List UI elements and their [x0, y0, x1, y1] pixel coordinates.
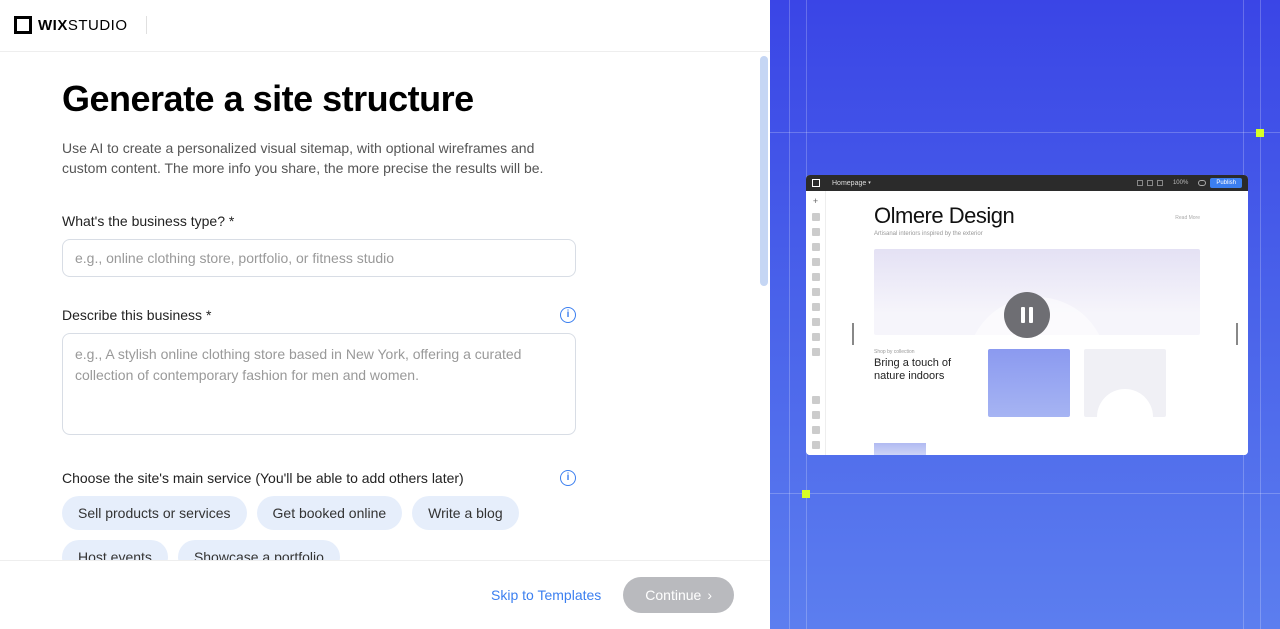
page-description: Use AI to create a personalized visual s…: [62, 138, 582, 179]
chip-portfolio[interactable]: Showcase a portfolio: [178, 540, 340, 560]
preview-card: [1084, 349, 1166, 417]
app-header: WIXSTUDIO: [0, 0, 770, 51]
continue-label: Continue: [645, 587, 701, 603]
preview-site-title: Olmere Design: [874, 203, 1200, 229]
chip-host-events[interactable]: Host events: [62, 540, 168, 560]
info-icon[interactable]: i: [560, 307, 576, 323]
zoom-label: 100%: [1173, 180, 1188, 186]
page-title: Generate a site structure: [62, 78, 708, 120]
content-area: Generate a site structure Use AI to crea…: [0, 51, 770, 560]
guide-marker: [802, 490, 810, 498]
preview-sidebar: +: [806, 191, 826, 455]
plus-icon: +: [813, 197, 818, 206]
main-service-label: Choose the site's main service (You'll b…: [62, 470, 464, 486]
footer-bar: Skip to Templates Continue ›: [0, 560, 770, 629]
resize-handle-left: [852, 323, 854, 345]
tablet-icon: [1147, 180, 1153, 186]
preview-read-more: Read More: [1175, 215, 1200, 221]
preview-tagline: Bring a touch of nature indoors: [874, 357, 974, 383]
service-chips: Sell products or services Get booked onl…: [62, 496, 576, 560]
preview-site-subtitle: Artisanal interiors inspired by the exte…: [874, 231, 1200, 237]
preview-card: [988, 349, 1070, 417]
chevron-right-icon: ›: [707, 587, 712, 603]
chip-write-blog[interactable]: Write a blog: [412, 496, 518, 530]
business-type-label: What's the business type? *: [62, 213, 234, 229]
editor-preview: Homepage ▾ 100% Publish +: [806, 175, 1248, 455]
pause-icon: [1021, 307, 1025, 323]
guide-marker: [1256, 129, 1264, 137]
wix-studio-logo[interactable]: WIXSTUDIO: [14, 16, 147, 34]
skip-to-templates-link[interactable]: Skip to Templates: [491, 587, 601, 603]
describe-business-label: Describe this business *: [62, 307, 211, 323]
pause-button[interactable]: [1004, 292, 1050, 338]
describe-business-textarea[interactable]: [62, 333, 576, 435]
business-type-input[interactable]: [62, 239, 576, 277]
publish-button: Publish: [1210, 178, 1242, 188]
info-icon[interactable]: i: [560, 470, 576, 486]
preview-logo-icon: [812, 179, 820, 187]
preview-strip: [874, 443, 926, 455]
preview-eye-icon: [1198, 180, 1206, 186]
desktop-icon: [1137, 180, 1143, 186]
continue-button[interactable]: Continue ›: [623, 577, 734, 613]
preview-shop-label: Shop by collection: [874, 349, 974, 355]
logo-icon: [14, 16, 32, 34]
pause-icon: [1029, 307, 1033, 323]
preview-panel: Homepage ▾ 100% Publish +: [770, 0, 1280, 629]
scrollbar[interactable]: [760, 56, 768, 286]
mobile-icon: [1157, 180, 1163, 186]
chip-get-booked[interactable]: Get booked online: [257, 496, 403, 530]
preview-page-label: Homepage ▾: [832, 180, 871, 187]
logo-text: WIXSTUDIO: [38, 17, 128, 34]
preview-topbar: Homepage ▾ 100% Publish: [806, 175, 1248, 191]
resize-handle-right: [1236, 323, 1238, 345]
chip-sell-products[interactable]: Sell products or services: [62, 496, 247, 530]
